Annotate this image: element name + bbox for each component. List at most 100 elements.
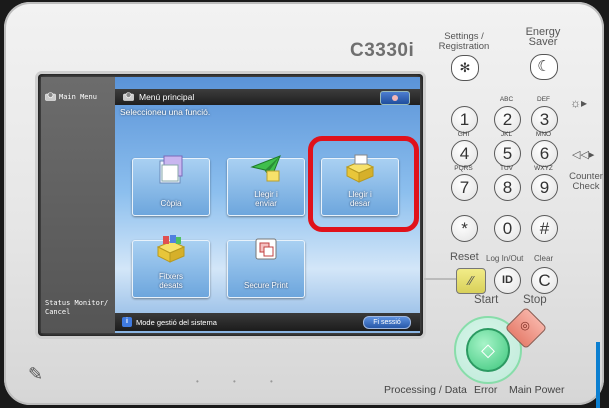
clear-button[interactable]: C <box>531 267 558 294</box>
key-3-letters: DEF <box>537 96 550 103</box>
main-power-led <box>596 342 600 408</box>
screen-title-bar: Menú principal <box>115 89 420 105</box>
stored-files-tile[interactable]: Fitxers desats <box>132 235 210 298</box>
key-hash[interactable]: # <box>531 215 558 242</box>
key-9-letters: WXYZ <box>534 165 553 172</box>
stored-files-label-2: desats <box>159 281 183 290</box>
key-6[interactable]: 6 <box>531 140 558 167</box>
scan-send-label-1: Llegir i <box>254 190 278 199</box>
key-4-label: 4 <box>459 144 470 163</box>
start-label: Start <box>474 294 499 306</box>
key-8-label: 8 <box>502 178 513 197</box>
model-name: C3330i <box>350 40 415 61</box>
counter-check-label-2: Check <box>572 181 600 192</box>
stylus-icon: ✎ <box>28 364 44 384</box>
reset-label: Reset <box>450 251 479 263</box>
key-star[interactable]: * <box>451 215 478 242</box>
status-monitor-label-1: Status Monitor/ <box>45 299 109 307</box>
key-5[interactable]: 5 <box>494 140 521 167</box>
settings-label: Settings / Registration <box>436 32 492 52</box>
job-status-icon <box>392 95 398 101</box>
moon-icon: ☾ <box>537 58 551 75</box>
control-panel: C3330i Main Menu Status Monitor/ Cancel <box>4 2 604 408</box>
screen-title: Menú principal <box>139 92 195 102</box>
key-0-label: 0 <box>502 219 513 238</box>
key-9-label: 9 <box>539 178 550 197</box>
key-star-label: * <box>461 219 468 238</box>
reset-icon: ⁄⁄ <box>468 273 474 288</box>
key-4[interactable]: 4 <box>451 140 478 167</box>
settings-registration-button[interactable]: ✻ <box>451 55 479 81</box>
main-menu-button[interactable]: Main Menu <box>45 92 97 101</box>
id-key-label: ID <box>502 274 513 286</box>
main-power-label: Main Power <box>509 384 565 396</box>
reset-guide-line <box>424 278 456 280</box>
key-5-label: 5 <box>502 144 513 163</box>
stop-icon: ◎ <box>520 320 530 332</box>
stored-files-label: Fitxers desats <box>133 272 209 290</box>
key-3-label: 3 <box>539 110 550 129</box>
start-icon: ◇ <box>481 340 495 360</box>
main-menu-label: Main Menu <box>59 92 97 101</box>
clear-label: Clear <box>534 254 554 263</box>
job-status-button[interactable] <box>380 91 410 105</box>
key-hash-label: # <box>539 219 550 238</box>
secure-print-icon <box>255 238 277 260</box>
brightness-icon[interactable]: ☼▸ <box>570 96 587 110</box>
logout-button[interactable]: Fi sessió <box>363 316 411 329</box>
copy-label: Còpia <box>160 199 182 208</box>
main-menu-icon <box>45 92 56 101</box>
key-8-letters: TUV <box>500 165 513 172</box>
clear-key-label: C <box>538 271 551 290</box>
secure-print-tile[interactable]: Secure Print <box>227 238 305 298</box>
scan-send-label: Llegir i enviar <box>228 190 304 208</box>
key-2-label: 2 <box>502 110 513 129</box>
volume-icon[interactable]: ◁◁▸ <box>572 148 594 161</box>
secure-print-label: Secure Print <box>243 281 289 290</box>
key-1[interactable]: 1 <box>451 106 478 133</box>
key-8[interactable]: 8 <box>494 174 521 201</box>
key-6-label: 6 <box>539 144 550 163</box>
scan-send-icon <box>250 155 281 182</box>
energy-saver-button[interactable]: ☾ <box>530 54 558 80</box>
key-7-label: 7 <box>459 178 470 197</box>
energy-saver-label-2: Saver <box>528 36 558 48</box>
settings-label-2: Registration <box>438 41 490 52</box>
status-bar: i Mode gestió del sistema Fi sessió <box>115 313 420 331</box>
status-monitor-label-2: Cancel <box>45 308 71 316</box>
energy-saver-label: Energy Saver <box>520 27 566 48</box>
key-4-letters: GHI <box>457 131 470 138</box>
highlight-box <box>308 136 419 232</box>
error-label: Error <box>474 384 498 396</box>
main-menu-icon <box>123 91 134 103</box>
reset-button[interactable]: ⁄⁄ <box>456 268 486 294</box>
key-2[interactable]: 2 <box>494 106 521 133</box>
key-6-letters: MNO <box>535 131 552 138</box>
key-5-letters: JKL <box>500 131 513 138</box>
copy-icon <box>159 155 183 184</box>
system-mode-text: Mode gestió del sistema <box>136 317 217 327</box>
counter-check-label[interactable]: Counter Check <box>564 172 608 192</box>
key-2-letters: ABC <box>499 96 514 103</box>
start-button[interactable]: ◇ <box>466 328 510 372</box>
key-0[interactable]: 0 <box>494 215 521 242</box>
indicator-dots: • • • <box>196 377 289 386</box>
stored-files-icon <box>156 235 186 263</box>
gear-icon: ✻ <box>459 60 471 75</box>
stop-label: Stop <box>523 294 547 306</box>
copy-tile[interactable]: Còpia <box>132 155 210 216</box>
scan-send-tile[interactable]: Llegir i enviar <box>227 155 305 216</box>
stored-files-label-1: Fitxers <box>159 272 183 281</box>
key-7-letters: PQRS <box>454 165 473 172</box>
status-monitor-button[interactable]: Status Monitor/ Cancel <box>45 299 108 317</box>
processing-data-label: Processing / Data <box>384 384 467 396</box>
key-9[interactable]: 9 <box>531 174 558 201</box>
sidebar: Main Menu Status Monitor/ Cancel <box>41 77 115 333</box>
key-3[interactable]: 3 <box>531 106 558 133</box>
login-out-button[interactable]: ID <box>494 267 521 294</box>
scan-send-label-2: enviar <box>255 199 277 208</box>
key-7[interactable]: 7 <box>451 174 478 201</box>
key-1-label: 1 <box>459 110 470 129</box>
instruction-text: Seleccioneu una funció. <box>120 107 211 117</box>
login-out-label: Log In/Out <box>486 254 524 263</box>
